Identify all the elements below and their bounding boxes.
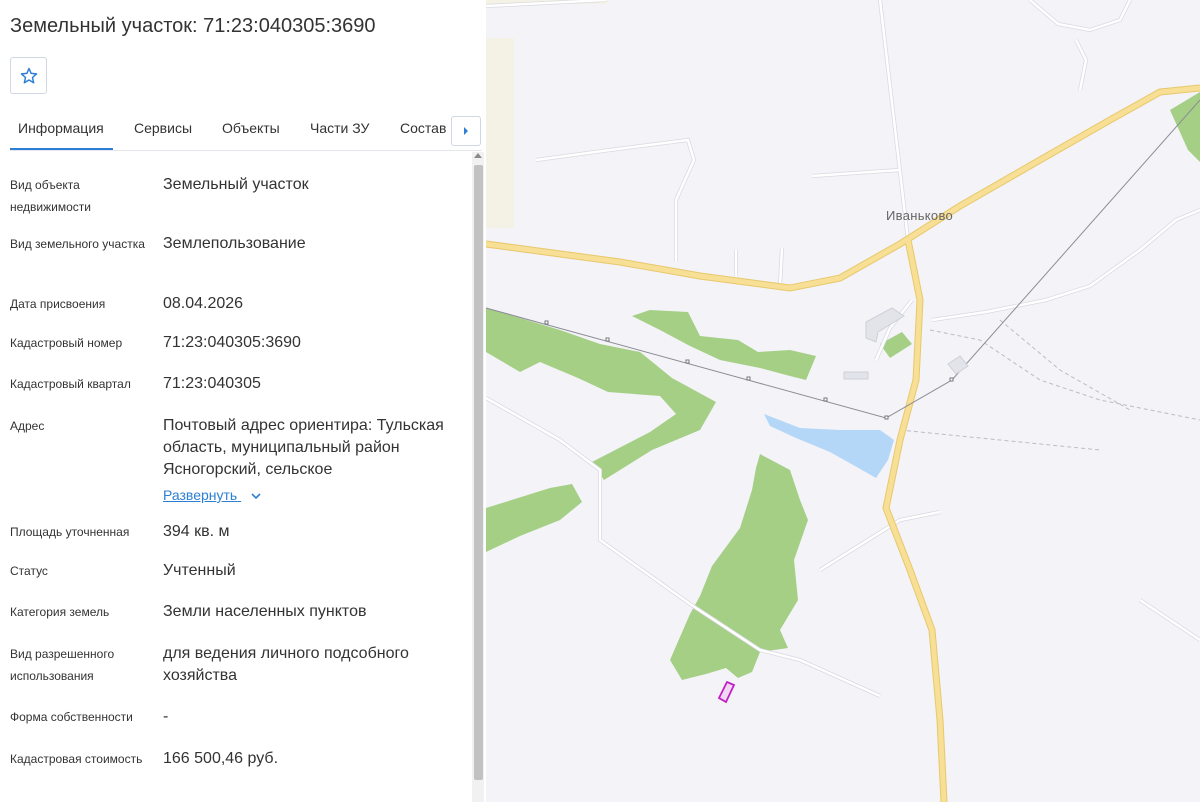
field-value: для ведения личного подсобного хозяйства: [163, 645, 409, 684]
chevron-down-icon: [251, 493, 261, 499]
field-label: Вид объекта недвижимости: [10, 178, 91, 214]
field-label: Вид земельного участка: [10, 237, 145, 251]
page-title: Земельный участок: 71:23:040305:3690: [10, 15, 376, 37]
star-icon: [20, 67, 37, 83]
expand-link[interactable]: Развернуть: [163, 487, 261, 503]
field-label: Кадастровый квартал: [10, 377, 131, 391]
field-value: 166 500,46 руб.: [163, 750, 279, 767]
field-area: [486, 38, 514, 228]
field-value: Учтенный: [163, 562, 236, 579]
info-panel: Земельный участок: 71:23:040305:3690 Инф…: [0, 0, 486, 802]
field-label: Статус: [10, 564, 48, 578]
field-label: Площадь уточненная: [10, 525, 130, 539]
field-label: Кадастровая стоимость: [10, 752, 143, 766]
field-value: Землепользование: [163, 235, 306, 252]
field-label: Адрес: [10, 419, 45, 433]
field-value: Земли населенных пунктов: [163, 603, 367, 620]
scroll-up-arrow-icon[interactable]: [474, 153, 482, 158]
field-value: Земельный участок: [163, 176, 309, 193]
field-value: 71:23:040305:3690: [163, 334, 301, 351]
chevron-right-icon: [464, 127, 468, 135]
scrollbar-thumb[interactable]: [474, 165, 483, 780]
tab-bar: Информация Сервисы Объекты Части ЗУ Сост…: [10, 108, 482, 151]
field-label: Кадастровый номер: [10, 336, 123, 350]
field-value: 71:23:040305: [163, 375, 261, 392]
tabs-next-button[interactable]: [451, 116, 481, 146]
field-value: -: [163, 708, 169, 725]
field-value: 394 кв. м: [163, 523, 230, 540]
field-value: Почтовый адрес ориентира: Тульская облас…: [163, 417, 444, 478]
tab-parts[interactable]: Части ЗУ: [310, 120, 369, 136]
tab-information[interactable]: Информация: [10, 120, 113, 150]
field-label: Категория земель: [10, 605, 110, 619]
field-value: 08.04.2026: [163, 295, 244, 312]
village-label: Иваньково: [886, 208, 954, 223]
tab-objects[interactable]: Объекты: [222, 120, 280, 136]
field-label: Вид разрешенного использования: [10, 647, 115, 683]
field-label: Дата присвоения: [10, 297, 106, 311]
tab-composition[interactable]: Состав: [400, 120, 446, 136]
field-label: Форма собственности: [10, 710, 133, 724]
favorite-button[interactable]: [10, 57, 47, 94]
expand-label: Развернуть: [163, 487, 238, 503]
tab-services[interactable]: Сервисы: [134, 120, 192, 136]
